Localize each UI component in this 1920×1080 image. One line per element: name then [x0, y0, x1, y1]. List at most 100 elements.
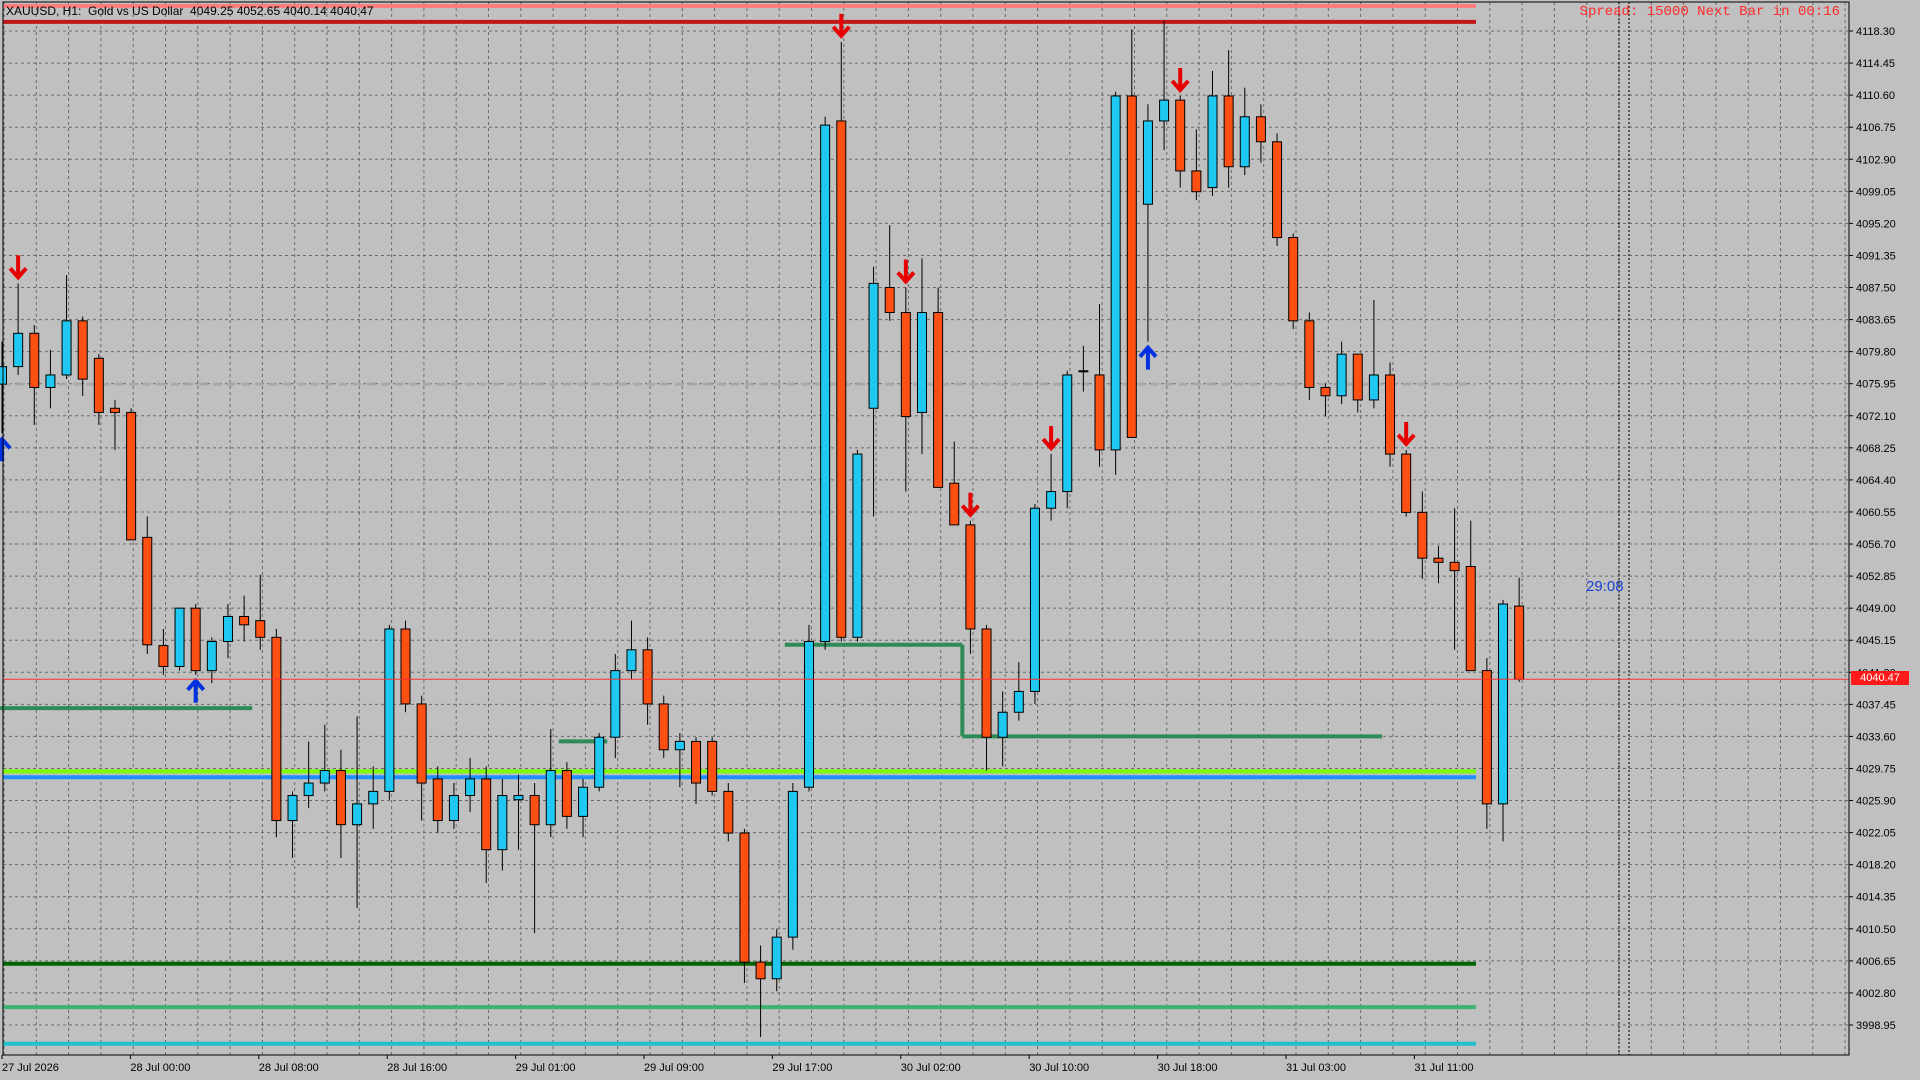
bull-candle-body	[1336, 353, 1347, 397]
price-axis-label: 4006.65	[1856, 956, 1896, 968]
sell-arrow-icon	[1170, 67, 1190, 93]
bull-candle-body	[787, 790, 798, 938]
bear-candle-body	[658, 703, 669, 751]
price-axis-label: 4045.15	[1856, 635, 1896, 647]
bear-candle-body	[884, 287, 895, 314]
bull-candle-body	[771, 936, 782, 980]
bear-candle-body	[755, 961, 766, 980]
price-axis-label: 4064.40	[1856, 475, 1896, 487]
sell-arrow-icon	[1396, 421, 1416, 447]
bear-candle-body	[707, 740, 718, 792]
price-axis-label: 4068.25	[1856, 443, 1896, 455]
bear-candle-body	[77, 320, 88, 380]
bull-candle-body	[303, 782, 314, 797]
bear-candle-body	[93, 357, 104, 413]
bear-candle-body	[239, 615, 250, 626]
time-axis-label: 31 Jul 11:00	[1414, 1062, 1473, 1074]
bear-candle-body	[1449, 561, 1460, 572]
price-axis-label: 4029.75	[1856, 763, 1896, 775]
price-axis-label: 4014.35	[1856, 892, 1896, 904]
bear-candle-body	[1320, 386, 1331, 397]
bear-candle-body	[1417, 511, 1428, 559]
bull-candle-body	[1110, 95, 1121, 451]
bull-candle-body	[174, 607, 185, 667]
bear-candle-body	[271, 636, 282, 822]
price-axis-label: 4118.30	[1856, 26, 1895, 38]
price-axis-label: 4087.50	[1856, 283, 1896, 295]
bull-candle-body	[1046, 491, 1057, 509]
bull-candle-body	[1159, 99, 1170, 122]
signal-arrows	[0, 13, 1416, 703]
bull-candle-body	[626, 649, 637, 672]
bull-candle-body	[497, 795, 508, 851]
time-axis-label: 30 Jul 18:00	[1158, 1062, 1218, 1074]
bull-candle-body	[319, 770, 330, 784]
bull-candle-body	[578, 786, 589, 817]
price-axis-label: 4022.05	[1856, 828, 1896, 840]
bear-candle-body	[1255, 116, 1266, 143]
axes: 4118.30 4114.45 4110.60 4106.75 4102.90 4099.…	[1, 1, 1896, 1074]
time-axis-label: 29 Jul 17:00	[772, 1062, 832, 1074]
time-axis-label: 28 Jul 08:00	[259, 1062, 319, 1074]
price-axis-label: 4091.35	[1856, 250, 1896, 262]
price-axis-label: 4018.20	[1856, 860, 1896, 872]
time-axis-label: 29 Jul 09:00	[644, 1062, 704, 1074]
price-axis-label: 4095.20	[1856, 218, 1896, 230]
bear-candle-body	[723, 790, 734, 834]
bear-candle-body	[481, 778, 492, 851]
current-price-tag: 4040.47	[1851, 671, 1909, 685]
time-axis-label: 29 Jul 01:00	[516, 1062, 576, 1074]
time-axis-label: 28 Jul 00:00	[130, 1062, 190, 1074]
buy-arrow-icon	[0, 436, 12, 462]
bear-candle-body	[1191, 170, 1202, 193]
time-axis-label: 30 Jul 10:00	[1029, 1062, 1089, 1074]
price-axis-label: 4025.90	[1856, 796, 1896, 808]
bear-candle-body	[126, 411, 137, 541]
bull-candle-body	[384, 628, 395, 792]
sell-arrow-icon	[831, 13, 851, 39]
price-axis-label: 4102.90	[1856, 154, 1896, 166]
bear-candle-body	[1094, 374, 1105, 451]
price-axis-label: 4002.80	[1856, 988, 1896, 1000]
bull-candle-body	[448, 795, 459, 822]
bear-candle-body	[691, 740, 702, 784]
price-axis-label: 4037.45	[1856, 699, 1896, 711]
price-axis-label: 4114.45	[1856, 58, 1895, 70]
bear-candle-body	[1175, 99, 1186, 172]
bear-candle-body	[142, 536, 153, 646]
bull-candle-body	[997, 711, 1008, 738]
bull-candle-body	[352, 803, 363, 826]
bear-candle-body	[1126, 95, 1137, 438]
bear-candle-body	[561, 770, 572, 817]
bull-candle-body	[1013, 690, 1024, 713]
bear-candle-body	[900, 312, 911, 418]
bull-candle-body	[222, 615, 233, 642]
price-axis-label: 4052.85	[1856, 571, 1896, 583]
sell-arrow-icon	[960, 492, 980, 518]
bull-candle-body	[804, 640, 814, 788]
bull-candle-body	[1029, 507, 1040, 692]
bull-candle-body	[1239, 116, 1250, 168]
bull-candle-body	[45, 374, 56, 388]
bar-countdown-text: 29:08	[1586, 578, 1624, 595]
bull-candle-body	[594, 736, 605, 788]
symbol-info-header: XAUUSD, H1: Gold vs US Dollar 4049.25 40…	[6, 4, 374, 18]
bull-candle-body	[287, 795, 298, 822]
time-axis-label: 30 Jul 02:00	[901, 1062, 961, 1074]
sell-arrow-icon	[8, 255, 28, 281]
price-chart-canvas[interactable]: 4118.30 4114.45 4110.60 4106.75 4102.90 4099.…	[0, 0, 1920, 1080]
chart-window[interactable]: 4118.30 4114.45 4110.60 4106.75 4102.90 4099.…	[0, 0, 1920, 1080]
bear-candle-body	[739, 832, 750, 963]
bull-candle-body	[868, 282, 879, 409]
bear-candle-body	[949, 482, 960, 526]
price-axis-label: 4060.55	[1856, 507, 1896, 519]
time-axis-label: 28 Jul 16:00	[387, 1062, 447, 1074]
bear-candle-body	[190, 607, 201, 672]
bear-candle-body	[29, 332, 40, 388]
bull-candle-body	[852, 453, 863, 638]
sell-arrow-icon	[896, 259, 916, 285]
bull-candle-body	[206, 640, 217, 672]
bear-candle-body	[933, 312, 944, 488]
bear-candle-body	[1223, 95, 1234, 168]
time-axis-label: 27 Jul 2026	[2, 1062, 59, 1074]
